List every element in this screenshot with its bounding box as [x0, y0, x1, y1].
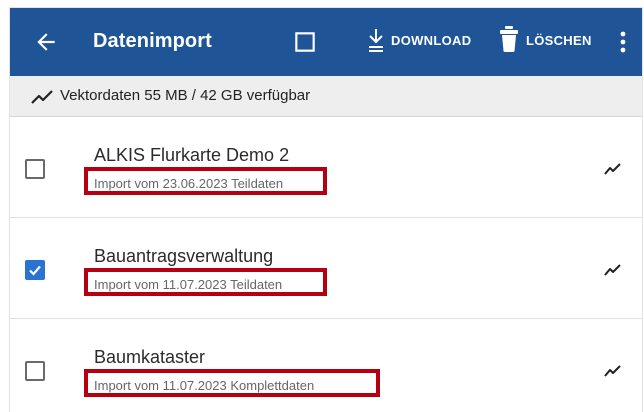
page-title: Datenimport	[93, 30, 212, 52]
checkmark-icon	[29, 265, 41, 276]
app-bar: Datenimport DOWNLOAD LÖSCHEN	[10, 8, 642, 76]
list-item[interactable]: Baumkataster Import vom 11.07.2023 Kompl…	[10, 319, 642, 412]
download-label: DOWNLOAD	[391, 33, 472, 48]
trash-icon	[500, 26, 518, 52]
highlight-box	[84, 369, 380, 397]
select-all-checkbox-icon[interactable]	[292, 29, 318, 55]
app-frame: Datenimport DOWNLOAD LÖSCHEN Vektordaten…	[10, 8, 642, 412]
arrow-left-icon[interactable]	[33, 29, 59, 55]
storage-info-bar: Vektordaten 55 MB / 42 GB verfügbar	[10, 76, 642, 117]
item-checkbox[interactable]	[25, 361, 45, 381]
item-title: ALKIS Flurkarte Demo 2	[94, 145, 290, 165]
delete-label: LÖSCHEN	[526, 33, 592, 48]
highlight-box	[84, 268, 327, 296]
trending-icon	[604, 365, 621, 377]
item-title: Baumkataster	[94, 347, 206, 367]
storage-info-text: Vektordaten 55 MB / 42 GB verfügbar	[60, 87, 311, 104]
list-item[interactable]: Bauantragsverwaltung Import vom 11.07.20…	[10, 218, 642, 319]
trending-icon	[31, 90, 53, 104]
highlight-box	[84, 167, 327, 195]
item-checkbox[interactable]	[25, 260, 45, 280]
item-title: Bauantragsverwaltung	[94, 246, 274, 266]
more-vertical-icon[interactable]	[613, 29, 633, 55]
item-checkbox[interactable]	[25, 159, 45, 179]
download-icon	[369, 29, 383, 52]
trending-icon	[604, 264, 621, 276]
list-item[interactable]: ALKIS Flurkarte Demo 2 Import vom 23.06.…	[10, 117, 642, 218]
trending-icon	[604, 163, 621, 175]
